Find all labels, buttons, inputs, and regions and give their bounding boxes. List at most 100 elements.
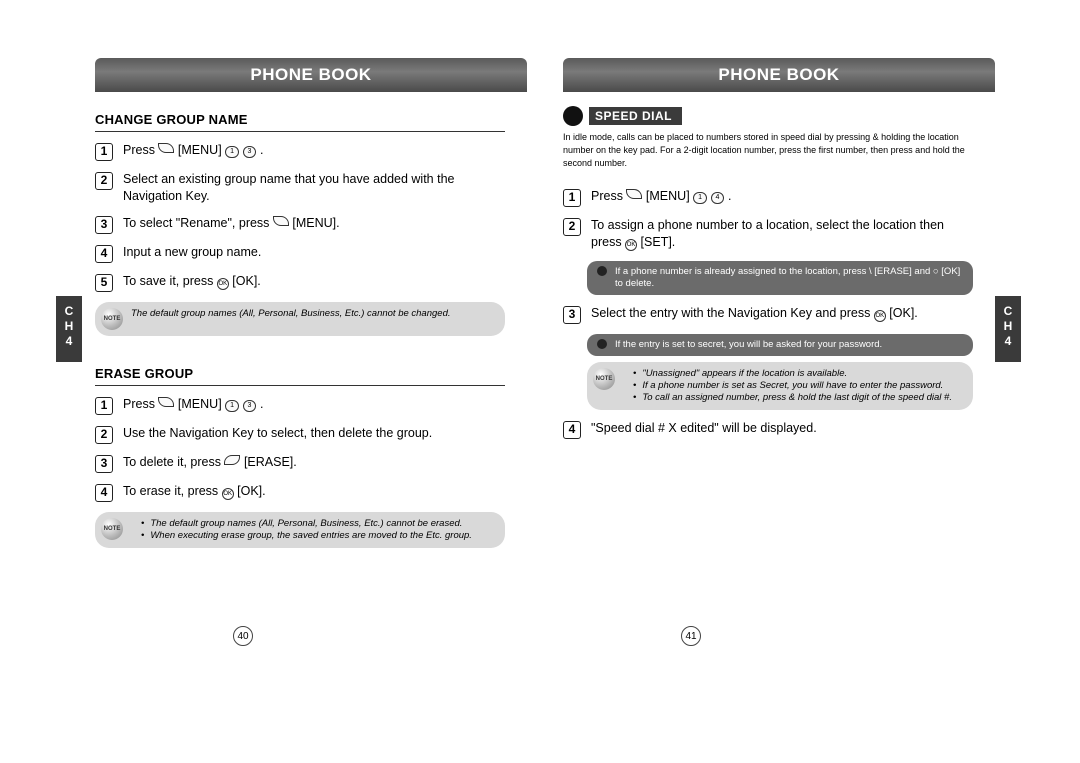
softkey-icon bbox=[626, 189, 642, 199]
section-title-change: CHANGE GROUP NAME bbox=[95, 102, 505, 132]
step-text: "Speed dial # X edited" will be displaye… bbox=[591, 420, 817, 437]
step-1-3: 3 To select "Rename", press [MENU]. bbox=[95, 215, 505, 234]
b1: "Unassigned" appears if the location is … bbox=[633, 368, 952, 380]
sd-step-1: 1 Press [MENU] 1 4 . bbox=[563, 188, 973, 207]
t: [MENU] bbox=[178, 143, 225, 157]
b3: To call an assigned number, press & hold… bbox=[633, 392, 952, 404]
softkey-icon bbox=[158, 397, 174, 407]
sd-step-3: 3 Select the entry with the Navigation K… bbox=[563, 305, 973, 324]
b2: When executing erase group, the saved en… bbox=[141, 530, 472, 542]
step-2-3: 3 To delete it, press [ERASE]. bbox=[95, 454, 505, 473]
speed-dial-pill: SPEED DIAL bbox=[589, 107, 682, 125]
t: . bbox=[728, 189, 731, 203]
step-text: Press [MENU] 1 3 . bbox=[123, 142, 263, 159]
section-title-erase: ERASE GROUP bbox=[95, 356, 505, 386]
chapter-tab-left: C H 4 bbox=[56, 296, 82, 362]
step-1-4: 4 Input a new group name. bbox=[95, 244, 505, 263]
t: . bbox=[260, 397, 263, 411]
t: [MENU] bbox=[178, 397, 225, 411]
step-1-5: 5 To save it, press OK [OK]. bbox=[95, 273, 505, 292]
t: Press bbox=[123, 397, 158, 411]
step-num: 2 bbox=[95, 172, 113, 190]
chapter-num: 4 bbox=[56, 334, 82, 349]
chapter-c: C bbox=[56, 304, 82, 319]
t: . bbox=[260, 143, 263, 157]
step-num: 1 bbox=[95, 397, 113, 415]
ok-key-icon: OK bbox=[217, 278, 229, 290]
step-text: Input a new group name. bbox=[123, 244, 261, 261]
key-3-icon: 3 bbox=[243, 400, 257, 412]
ok-key-icon: OK bbox=[222, 488, 234, 500]
softkey-icon bbox=[158, 143, 174, 153]
page-header-left: PHONE BOOK bbox=[95, 58, 527, 92]
chapter-tab-right: C H 4 bbox=[995, 296, 1021, 362]
note-text: "Unassigned" appears if the location is … bbox=[623, 368, 952, 404]
step-num: 4 bbox=[95, 484, 113, 502]
step-text: To assign a phone number to a location, … bbox=[591, 217, 973, 251]
section-erase-group: ERASE GROUP 1 Press [MENU] 1 3 . 2 Use t… bbox=[95, 356, 505, 552]
section-speed-dial: SPEED DIAL In idle mode, calls can be pl… bbox=[563, 106, 973, 449]
t: [MENU] bbox=[646, 189, 693, 203]
page-header-right: PHONE BOOK bbox=[563, 58, 995, 92]
dark-dot-icon bbox=[597, 339, 607, 349]
step-text: To delete it, press [ERASE]. bbox=[123, 454, 297, 471]
softkey-right-icon bbox=[224, 455, 240, 465]
ok-key-icon: OK bbox=[625, 239, 637, 251]
t: [ERASE]. bbox=[244, 455, 297, 469]
step-text: To erase it, press OK [OK]. bbox=[123, 483, 266, 500]
page-number-left: 40 bbox=[233, 626, 253, 646]
t: To delete it, press bbox=[123, 455, 224, 469]
speed-dial-intro: In idle mode, calls can be placed to num… bbox=[563, 126, 973, 178]
step-text: To save it, press OK [OK]. bbox=[123, 273, 261, 290]
step-text: Press [MENU] 1 3 . bbox=[123, 396, 263, 413]
step-text: Press [MENU] 1 4 . bbox=[591, 188, 731, 205]
header-title-right: PHONE BOOK bbox=[563, 58, 995, 92]
softkey-icon bbox=[273, 216, 289, 226]
chapter-num-r: 4 bbox=[995, 334, 1021, 349]
key-4-icon: 4 bbox=[711, 192, 725, 204]
dark-note-1: If a phone number is already assigned to… bbox=[587, 261, 973, 295]
note-text: The default group names (All, Personal, … bbox=[131, 518, 472, 542]
step-text: Use the Navigation Key to select, then d… bbox=[123, 425, 432, 442]
step-num: 2 bbox=[95, 426, 113, 444]
note-speed-dial: NOTE "Unassigned" appears if the locatio… bbox=[587, 362, 973, 410]
dark-dot-icon bbox=[597, 266, 607, 276]
step-text: Select an existing group name that you h… bbox=[123, 171, 505, 205]
sd-step-4: 4 "Speed dial # X edited" will be displa… bbox=[563, 420, 973, 439]
step-num: 3 bbox=[95, 455, 113, 473]
step-1-2: 2 Select an existing group name that you… bbox=[95, 171, 505, 205]
note-erase-group: NOTE The default group names (All, Perso… bbox=[95, 512, 505, 548]
step-num: 5 bbox=[95, 274, 113, 292]
step-num: 3 bbox=[563, 306, 581, 324]
t: [SET]. bbox=[641, 235, 676, 249]
page-number-right: 41 bbox=[681, 626, 701, 646]
dark-note-2: If the entry is set to secret, you will … bbox=[587, 334, 973, 356]
note-icon: NOTE bbox=[101, 308, 123, 330]
ok-key-icon: OK bbox=[874, 310, 886, 322]
sd-step-2: 2 To assign a phone number to a location… bbox=[563, 217, 973, 251]
t: [OK]. bbox=[232, 274, 260, 288]
step-num: 4 bbox=[563, 421, 581, 439]
t: [OK]. bbox=[237, 484, 265, 498]
step-text: To select "Rename", press [MENU]. bbox=[123, 215, 340, 232]
b1: The default group names (All, Personal, … bbox=[141, 518, 472, 530]
t: To save it, press bbox=[123, 274, 217, 288]
step-2-2: 2 Use the Navigation Key to select, then… bbox=[95, 425, 505, 444]
note-change-group: NOTE The default group names (All, Perso… bbox=[95, 302, 505, 336]
step-num: 1 bbox=[95, 143, 113, 161]
dark-text: If the entry is set to secret, you will … bbox=[615, 339, 882, 351]
step-num: 3 bbox=[95, 216, 113, 234]
t: To erase it, press bbox=[123, 484, 222, 498]
chapter-c-r: C bbox=[995, 304, 1021, 319]
step-num: 1 bbox=[563, 189, 581, 207]
key-1-icon: 1 bbox=[225, 400, 239, 412]
section-change-group: CHANGE GROUP NAME 1 Press [MENU] 1 3 . 2… bbox=[95, 102, 505, 340]
chapter-h: H bbox=[56, 319, 82, 334]
step-2-4: 4 To erase it, press OK [OK]. bbox=[95, 483, 505, 502]
step-1-1: 1 Press [MENU] 1 3 . bbox=[95, 142, 505, 161]
t: Press bbox=[591, 189, 626, 203]
key-1-icon: 1 bbox=[225, 146, 239, 158]
step-num: 2 bbox=[563, 218, 581, 236]
step-2-1: 1 Press [MENU] 1 3 . bbox=[95, 396, 505, 415]
t: Press bbox=[123, 143, 158, 157]
